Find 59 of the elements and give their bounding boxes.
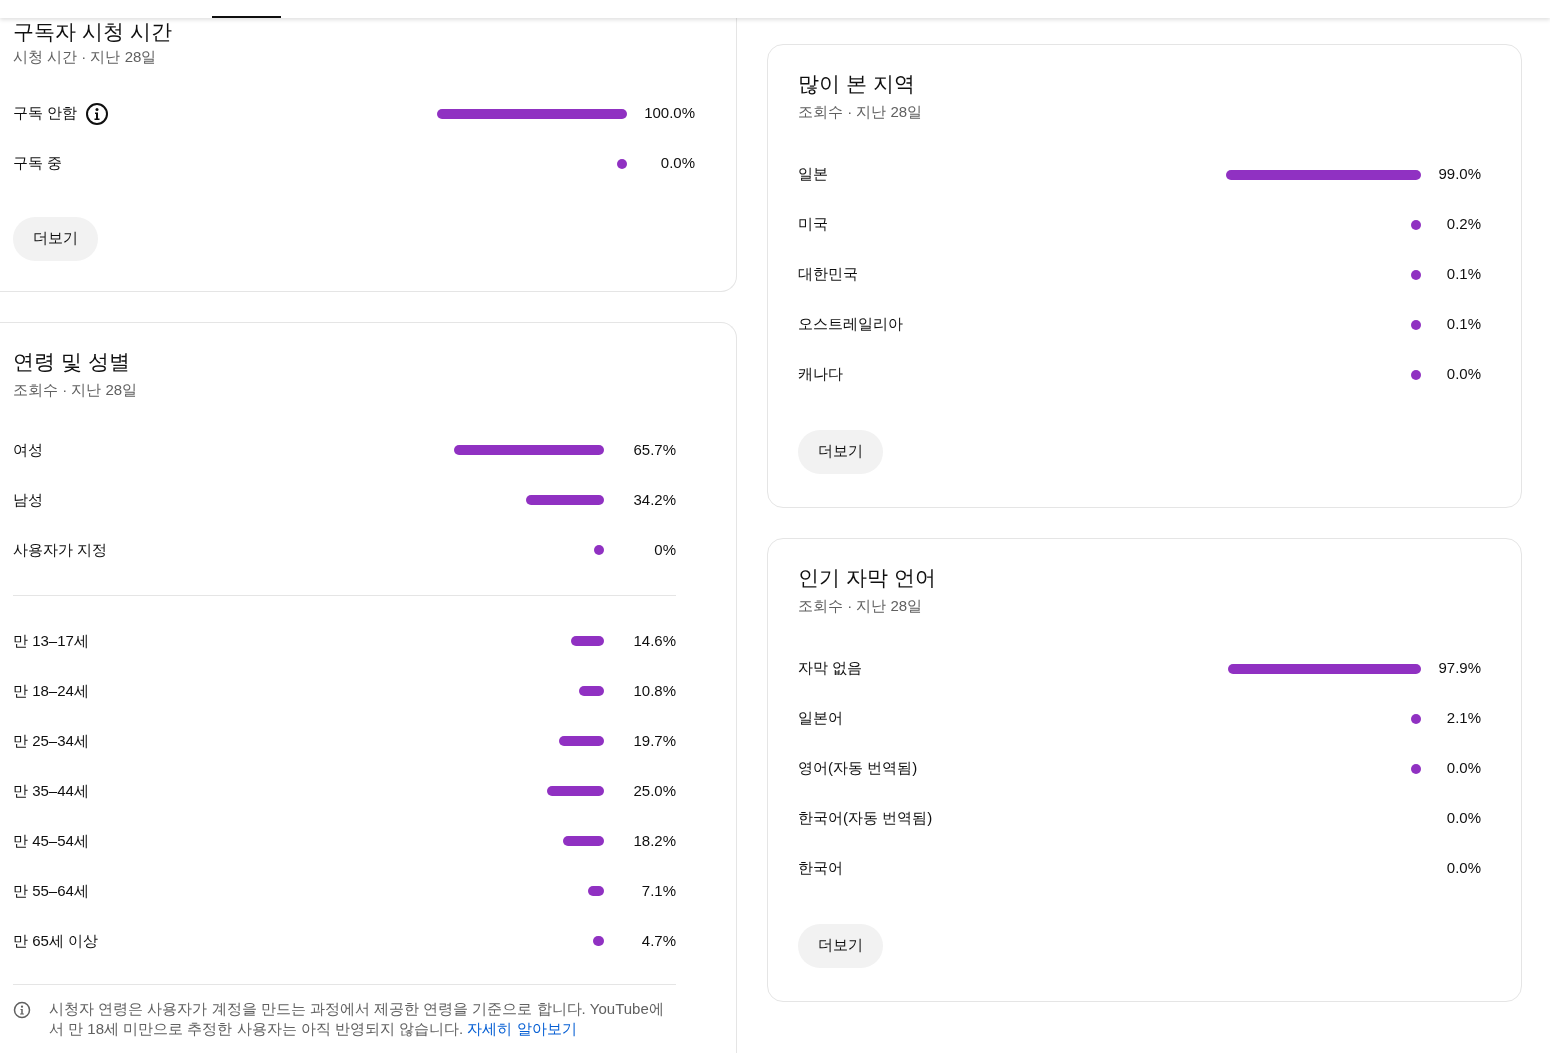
percent-value: 4.7% [640,930,676,951]
row-label: 자막 없음 [798,658,863,679]
percent-value: 100.0% [643,103,695,124]
percent-value: 0.0% [1445,364,1481,385]
row-label: 만 65세 이상 [13,930,99,951]
percent-value: 97.9% [1437,658,1481,679]
percent-value: 99.0% [1437,164,1481,185]
info-icon [13,1001,31,1019]
row-label: 한국어(자동 번역됨) [798,808,933,829]
more-button[interactable]: 더보기 [13,216,98,261]
card-subtitle: 시청 시간 · 지난 28일 [13,47,158,67]
percent-value: 19.7% [632,730,676,751]
row-label: 만 45–54세 [13,830,89,851]
row-label: 남성 [13,489,43,510]
percent-value: 0.0% [1445,808,1481,829]
row-label: 만 13–17세 [13,630,89,651]
card-title: 구독자 시청 시간 [13,20,173,44]
percent-value: 0.0% [1445,758,1481,779]
percent-value: 0.0% [1445,858,1481,879]
card-title: 연령 및 성별 [13,348,131,375]
more-button[interactable]: 더보기 [798,923,883,968]
percent-value: 0% [653,539,676,560]
row-label: 만 55–64세 [13,880,89,901]
row-label: 여성 [13,439,43,460]
card-subtitle: 조회수 · 지난 28일 [13,379,139,400]
percent-value: 65.7% [632,439,676,460]
percent-value: 7.1% [640,880,676,901]
row-label: 한국어 [798,858,843,879]
percent-value: 0.1% [1445,314,1481,335]
percent-value: 25.0% [632,780,676,801]
learn-more-link[interactable]: 자세히 알아보기 [467,1020,577,1037]
row-label: 일본어 [798,708,843,729]
percent-value: 34.2% [632,489,676,510]
row-label: 만 25–34세 [13,730,89,751]
percent-value: 0.2% [1445,214,1481,235]
percent-value: 14.6% [632,630,676,651]
card-title: 인기 자막 언어 [798,565,937,591]
percent-value: 18.2% [632,830,676,851]
age-note: 시청자 연령은 사용자가 계정을 만드는 과정에서 제공한 연령을 기준으로 합니다. YouTube에서 만 18세 미만으로 추정한 사용자는 아직 반영되지 않습니다. 자세히 알아보기 [49,999,665,1039]
card-title: 많이 본 지역 [798,71,916,97]
percent-value: 0.0% [659,153,695,174]
row-label: 캐나다 [798,364,843,385]
percent-value: 10.8% [632,680,676,701]
more-button[interactable]: 더보기 [798,429,883,474]
row-label: 사용자가 지정 [13,539,108,560]
info-icon[interactable] [85,101,110,126]
row-label: 만 35–44세 [13,780,89,801]
row-label: 미국 [798,214,828,235]
card-subtitle: 조회수 · 지난 28일 [798,102,924,122]
row-label: 만 18–24세 [13,680,89,701]
percent-value: 0.1% [1445,264,1481,285]
row-label: 대한민국 [798,264,858,285]
percent-value: 2.1% [1445,708,1481,729]
row-label: 구독 중 [13,153,63,174]
row-label: 오스트레일리아 [798,314,903,335]
card-subtitle: 조회수 · 지난 28일 [798,596,924,616]
row-label: 영어(자동 번역됨) [798,758,918,779]
row-label: 일본 [798,164,828,185]
row-label: 구독 안함 [13,103,78,124]
